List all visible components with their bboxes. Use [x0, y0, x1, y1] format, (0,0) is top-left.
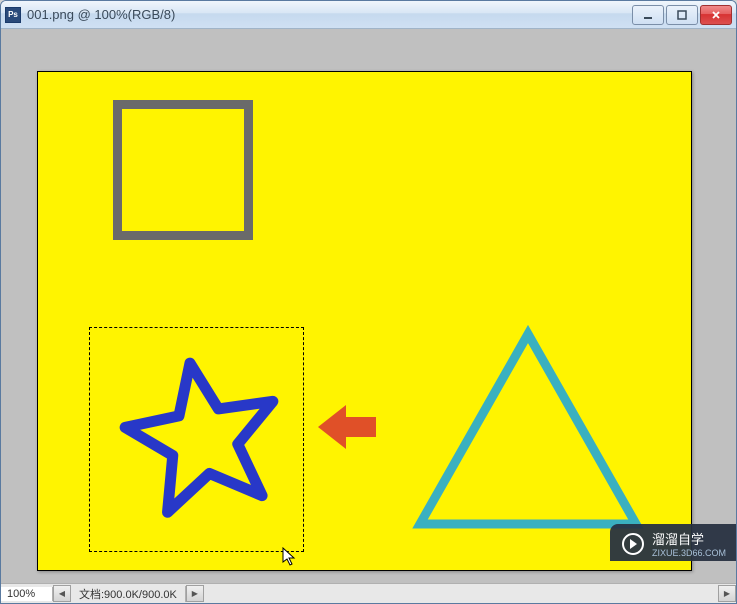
- star-shape[interactable]: [118, 352, 288, 525]
- scroll-right-button[interactable]: ▶: [718, 585, 736, 602]
- star-icon: [118, 352, 288, 522]
- watermark-badge: 溜溜自学 ZIXUE.3D66.COM: [610, 524, 736, 561]
- cursor-icon: [282, 547, 298, 570]
- app-icon: Ps: [5, 7, 21, 23]
- zoom-level[interactable]: 100%: [1, 587, 53, 601]
- window-controls: [632, 5, 732, 25]
- arrow-shape[interactable]: [318, 402, 378, 455]
- document-canvas[interactable]: [37, 71, 692, 571]
- document-info: 文档:900.0K/900.0K: [71, 586, 186, 602]
- square-shape[interactable]: [113, 100, 253, 240]
- titlebar[interactable]: Ps 001.png @ 100%(RGB/8): [1, 1, 736, 29]
- watermark-sub: ZIXUE.3D66.COM: [652, 548, 726, 558]
- canvas-viewport[interactable]: 溜溜自学 ZIXUE.3D66.COM: [1, 29, 736, 583]
- triangle-shape[interactable]: [408, 324, 648, 537]
- close-button[interactable]: [700, 5, 732, 25]
- play-icon: [622, 533, 644, 555]
- watermark-brand: 溜溜自学: [652, 532, 704, 547]
- statusbar: 100% ◀ 文档:900.0K/900.0K ▶ ▶: [1, 583, 736, 603]
- maximize-icon: [676, 9, 688, 21]
- triangle-icon: [408, 324, 648, 534]
- window-title: 001.png @ 100%(RGB/8): [27, 7, 632, 22]
- scroll-left-button[interactable]: ◀: [53, 585, 71, 602]
- info-toggle-button[interactable]: ▶: [186, 585, 204, 602]
- minimize-icon: [642, 9, 654, 21]
- minimize-button[interactable]: [632, 5, 664, 25]
- maximize-button[interactable]: [666, 5, 698, 25]
- close-icon: [710, 9, 722, 21]
- app-window: Ps 001.png @ 100%(RGB/8): [0, 0, 737, 604]
- arrow-left-icon: [318, 402, 378, 452]
